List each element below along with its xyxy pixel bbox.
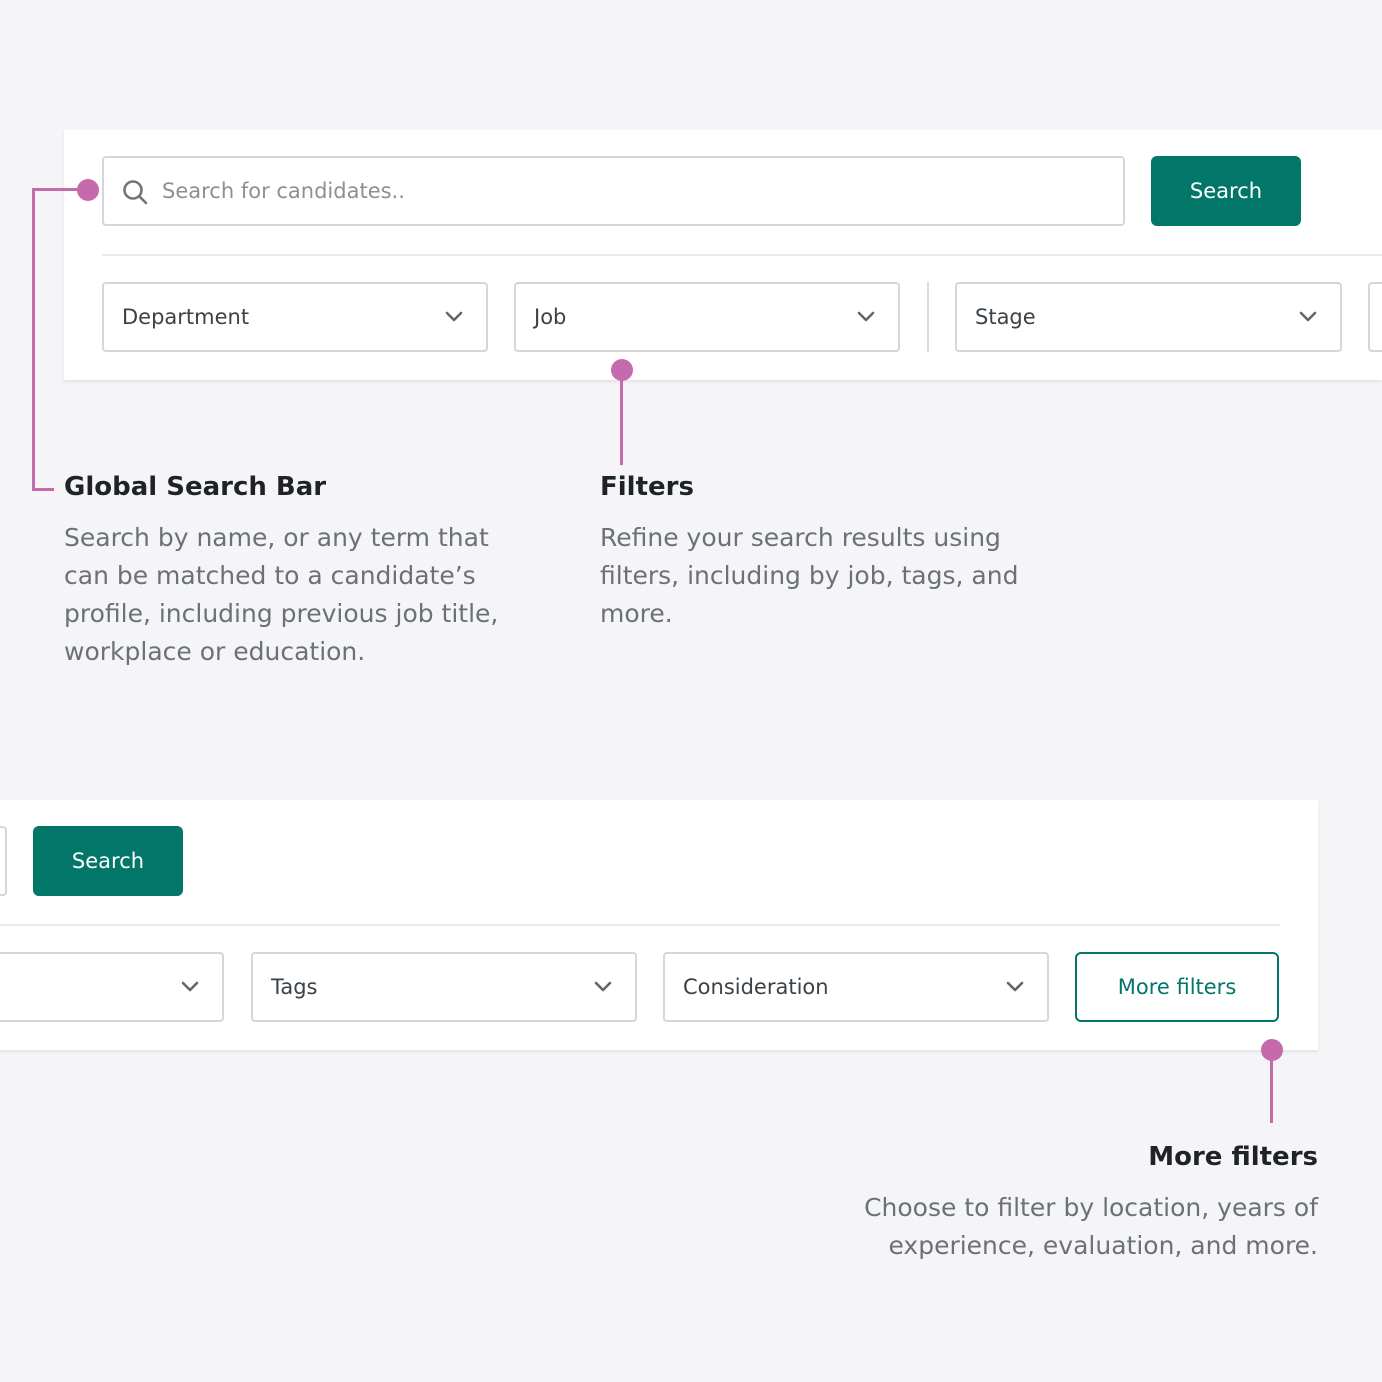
callout-line — [32, 188, 35, 491]
panel-divider — [0, 924, 1280, 926]
more-filters-button[interactable]: More filters — [1075, 952, 1279, 1022]
search-button[interactable]: Search — [1151, 156, 1301, 226]
job-dropdown[interactable]: Job — [514, 282, 900, 352]
callout-dot — [611, 359, 633, 381]
callout-line — [32, 488, 54, 491]
callout-dot — [77, 179, 99, 201]
search-input[interactable]: Search for candidates.. — [102, 156, 1125, 226]
chevron-down-icon — [857, 311, 875, 322]
cropped-dropdown[interactable] — [0, 952, 224, 1022]
callout-line — [1270, 1053, 1273, 1123]
tags-dropdown[interactable]: Tags — [251, 952, 637, 1022]
chevron-down-icon — [445, 311, 463, 322]
filter-divider — [927, 282, 929, 352]
chevron-down-icon — [181, 981, 199, 992]
chevron-down-icon — [1006, 981, 1024, 992]
dropdown-label: Job — [534, 305, 567, 329]
stage-dropdown[interactable]: Stage — [955, 282, 1342, 352]
dropdown-label: Stage — [975, 305, 1036, 329]
department-dropdown[interactable]: Department — [102, 282, 488, 352]
cropped-dropdown[interactable] — [1368, 282, 1382, 352]
callout-line — [620, 372, 623, 465]
annotation-desc-global-search: Search by name, or any term that can be … — [64, 523, 499, 666]
search-placeholder: Search for candidates.. — [162, 179, 405, 203]
chevron-down-icon — [594, 981, 612, 992]
annotation-title-global-search: Global Search Bar — [64, 472, 327, 502]
search-panel-top: Search for candidates.. Search Departmen… — [64, 130, 1382, 380]
annotation-title-filters: Filters — [600, 472, 694, 502]
search-input-cropped[interactable] — [0, 826, 7, 896]
annotation-desc-more-filters: Choose to filter by location, years of e… — [864, 1193, 1318, 1260]
consideration-dropdown[interactable]: Consideration — [663, 952, 1049, 1022]
dropdown-label: Department — [122, 305, 250, 329]
search-button[interactable]: Search — [33, 826, 183, 896]
panel-divider — [102, 254, 1382, 256]
dropdown-label: Consideration — [683, 975, 829, 999]
search-panel-bottom: Search Tags Consideration More filters — [0, 800, 1318, 1050]
annotation-desc-filters: Refine your search results using filters… — [600, 523, 1019, 628]
callout-dot — [1261, 1039, 1283, 1061]
annotation-title-more-filters: More filters — [1148, 1142, 1318, 1172]
dropdown-label: Tags — [271, 975, 318, 999]
search-icon — [123, 180, 148, 205]
chevron-down-icon — [1299, 311, 1317, 322]
